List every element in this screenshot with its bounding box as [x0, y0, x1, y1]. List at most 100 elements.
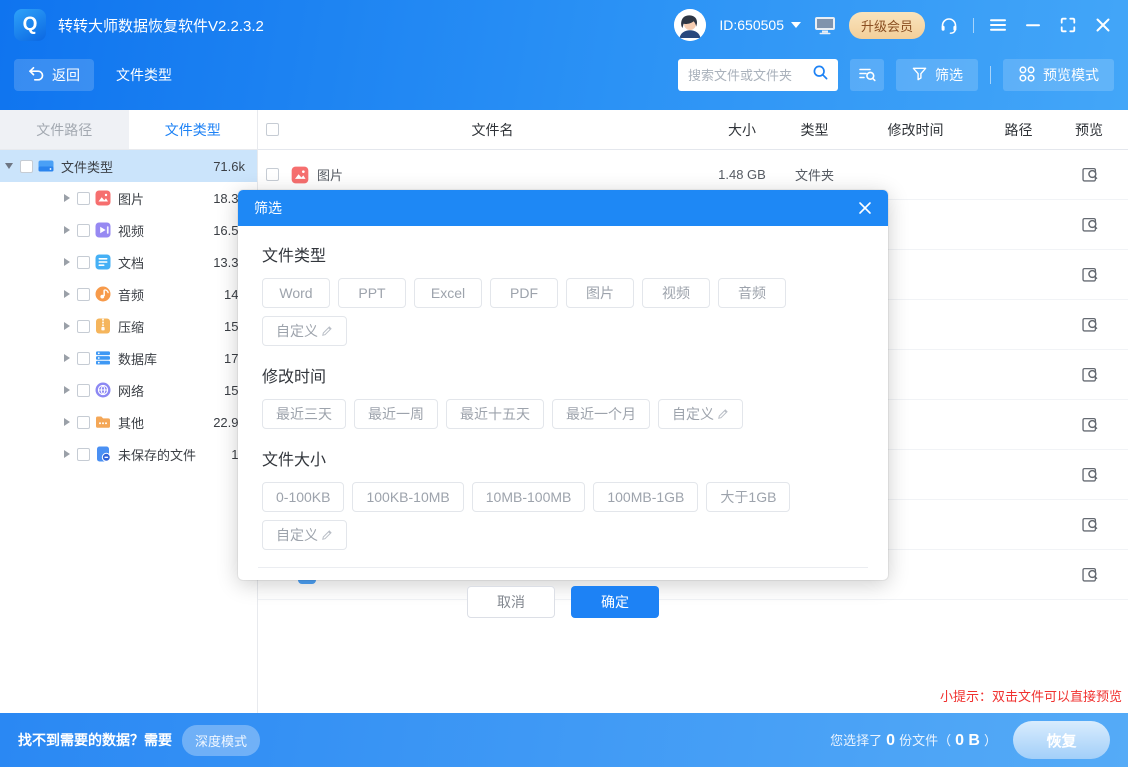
search-input[interactable]	[688, 68, 812, 83]
preview-icon[interactable]	[1080, 265, 1099, 284]
minimize-button[interactable]	[1022, 14, 1044, 36]
preview-icon[interactable]	[1080, 565, 1099, 584]
column-header-preview[interactable]: 预览	[1050, 120, 1128, 140]
tree-item[interactable]: 文档13.3k	[0, 246, 257, 278]
tree-item[interactable]: 其他22.9k	[0, 406, 257, 438]
tree-item-label: 视频	[118, 221, 144, 240]
tree-item[interactable]: 网络15k	[0, 374, 257, 406]
unsaved-icon	[94, 445, 112, 463]
expand-arrow-icon[interactable]	[64, 450, 70, 458]
filter-button[interactable]: 筛选	[896, 59, 978, 91]
customer-service-icon[interactable]	[938, 14, 960, 36]
checkbox[interactable]	[77, 448, 90, 461]
tab-file-path[interactable]: 文件路径	[0, 110, 129, 149]
tree-item[interactable]: 未保存的文件1k	[0, 438, 257, 470]
column-header-name[interactable]: 文件名	[286, 120, 699, 140]
breadcrumb: 文件类型	[116, 59, 172, 91]
tab-file-type[interactable]: 文件类型	[129, 110, 258, 149]
expand-arrow-icon[interactable]	[64, 418, 70, 426]
filter-option[interactable]: 图片	[566, 278, 634, 308]
filter-option[interactable]: Excel	[414, 278, 482, 308]
preview-icon[interactable]	[1080, 465, 1099, 484]
filter-option[interactable]: 100KB-10MB	[352, 482, 463, 512]
column-header-type[interactable]: 类型	[785, 120, 844, 140]
cancel-button[interactable]: 取消	[467, 586, 555, 618]
column-header-path[interactable]: 路径	[987, 120, 1050, 140]
preview-icon[interactable]	[1080, 515, 1099, 534]
dialog-close-button[interactable]	[858, 201, 872, 215]
checkbox[interactable]	[77, 288, 90, 301]
preview-icon[interactable]	[1080, 415, 1099, 434]
tree-item[interactable]: 压缩15k	[0, 310, 257, 342]
confirm-button[interactable]: 确定	[571, 586, 659, 618]
expand-arrow-icon[interactable]	[64, 194, 70, 202]
filter-option[interactable]: 100MB-1GB	[593, 482, 698, 512]
collapse-arrow-icon[interactable]	[5, 163, 13, 169]
undo-arrow-icon	[28, 66, 45, 84]
expand-arrow-icon[interactable]	[64, 290, 70, 298]
tree-item[interactable]: 文件类型71.6k	[0, 150, 257, 182]
menu-icon[interactable]	[987, 14, 1009, 36]
search-box	[678, 59, 838, 91]
filter-option[interactable]: 最近三天	[262, 399, 346, 429]
back-button[interactable]: 返回	[14, 59, 94, 91]
checkbox[interactable]	[20, 160, 33, 173]
expand-arrow-icon[interactable]	[64, 354, 70, 362]
image-icon	[290, 165, 310, 185]
user-avatar[interactable]	[674, 9, 706, 41]
expand-arrow-icon[interactable]	[64, 258, 70, 266]
tree-item-label: 数据库	[118, 349, 157, 368]
checkbox[interactable]	[77, 352, 90, 365]
column-header-size[interactable]: 大小	[699, 120, 785, 140]
filter-option[interactable]: 最近十五天	[446, 399, 544, 429]
tool-bar: 返回 文件类型	[0, 50, 1128, 110]
expand-arrow-icon[interactable]	[64, 386, 70, 394]
sidebar-tabs: 文件路径 文件类型	[0, 110, 257, 150]
tree-item[interactable]: 视频16.5k	[0, 214, 257, 246]
tree-item[interactable]: 图片18.3k	[0, 182, 257, 214]
column-header-modified[interactable]: 修改时间	[844, 120, 987, 140]
filter-option[interactable]: 视频	[642, 278, 710, 308]
filter-option[interactable]: PDF	[490, 278, 558, 308]
filter-custom-option[interactable]: 自定义	[262, 316, 347, 346]
filter-option[interactable]: PPT	[338, 278, 406, 308]
filter-option[interactable]: 大于1GB	[706, 482, 790, 512]
user-id-menu[interactable]: ID:650505	[719, 17, 801, 33]
checkbox[interactable]	[77, 224, 90, 237]
preview-icon[interactable]	[1080, 215, 1099, 234]
search-in-results-button[interactable]	[850, 59, 884, 91]
preview-mode-button[interactable]: 预览模式	[1003, 59, 1114, 91]
filter-option[interactable]: 最近一个月	[552, 399, 650, 429]
search-icon[interactable]	[812, 64, 829, 86]
filter-custom-option[interactable]: 自定义	[262, 520, 347, 550]
preview-icon[interactable]	[1080, 315, 1099, 334]
monitor-icon[interactable]	[814, 14, 836, 36]
row-checkbox[interactable]	[266, 168, 279, 181]
checkbox[interactable]	[77, 256, 90, 269]
checkbox[interactable]	[77, 384, 90, 397]
video-icon	[94, 221, 112, 239]
maximize-button[interactable]	[1057, 14, 1079, 36]
filter-option[interactable]: 最近一周	[354, 399, 438, 429]
selected-size: 0 B	[955, 732, 980, 749]
preview-icon[interactable]	[1080, 165, 1099, 184]
tree-item[interactable]: 数据库17k	[0, 342, 257, 374]
close-button[interactable]	[1092, 14, 1114, 36]
expand-arrow-icon[interactable]	[64, 322, 70, 330]
select-all-checkbox[interactable]	[266, 123, 279, 136]
deep-mode-button[interactable]: 深度模式	[182, 725, 260, 756]
image-icon	[94, 189, 112, 207]
filter-option[interactable]: 10MB-100MB	[472, 482, 586, 512]
filter-custom-option[interactable]: 自定义	[658, 399, 743, 429]
checkbox[interactable]	[77, 416, 90, 429]
checkbox[interactable]	[77, 320, 90, 333]
tree-item[interactable]: 音频14k	[0, 278, 257, 310]
expand-arrow-icon[interactable]	[64, 226, 70, 234]
recover-button[interactable]: 恢复	[1013, 721, 1110, 759]
checkbox[interactable]	[77, 192, 90, 205]
filter-option[interactable]: Word	[262, 278, 330, 308]
filter-option[interactable]: 音频	[718, 278, 786, 308]
upgrade-vip-button[interactable]: 升级会员	[849, 12, 925, 39]
filter-option[interactable]: 0-100KB	[262, 482, 344, 512]
preview-icon[interactable]	[1080, 365, 1099, 384]
